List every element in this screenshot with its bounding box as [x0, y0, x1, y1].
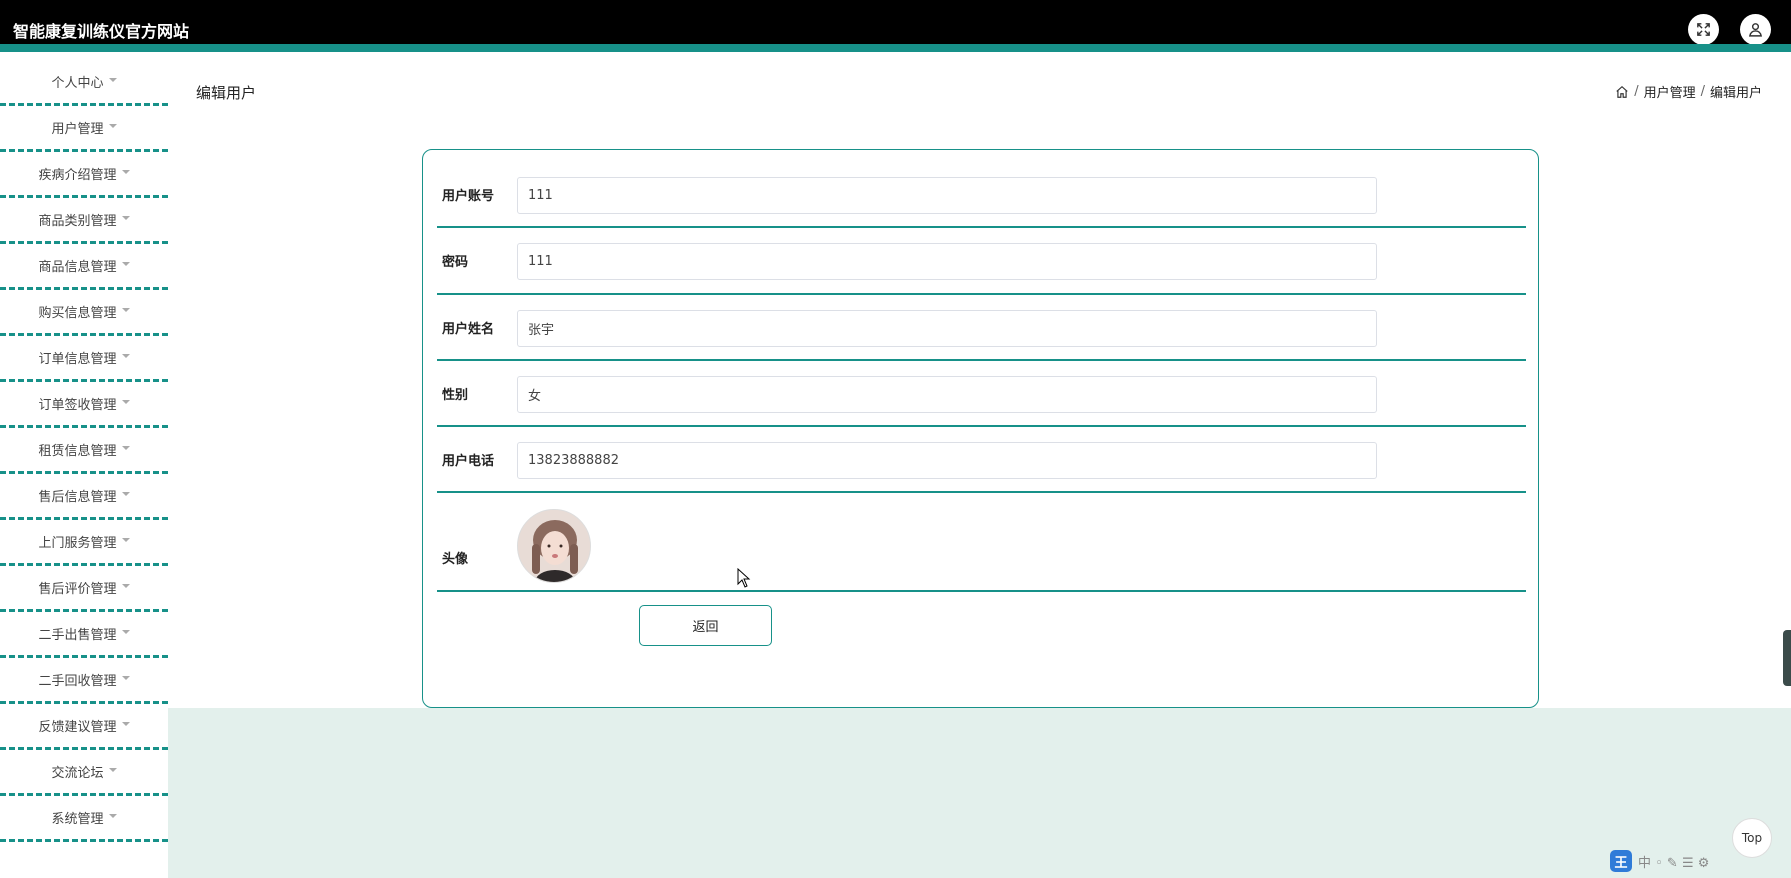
sidebar-item-label: 二手出售管理 — [38, 628, 117, 643]
sidebar-item-order-info[interactable]: 订单信息管理 — [0, 336, 168, 382]
gender-field[interactable]: 女 — [517, 376, 1377, 413]
back-button[interactable]: 返回 — [639, 605, 772, 646]
sidebar-menu: 个人中心 用户管理 疾病介绍管理 商品类别管理 商品信息管理 购买信息管理 订单… — [0, 60, 168, 878]
caret-down-icon — [121, 583, 130, 588]
mouse-cursor-icon — [737, 568, 751, 588]
sidebar-item-disease-intro[interactable]: 疾病介绍管理 — [0, 152, 168, 198]
header-accent-bar — [0, 44, 1791, 52]
user-icon — [1748, 23, 1763, 37]
caret-down-icon — [121, 215, 130, 220]
sidebar-item-label: 购买信息管理 — [38, 306, 117, 321]
form-row-avatar: 头像 — [437, 506, 1526, 592]
toolbar-watermark: 王 中 ◦ ✎ ☰ ⚙ — [1610, 849, 1709, 873]
page-title: 编辑用户 — [196, 84, 257, 102]
sidebar-item-label: 二手回收管理 — [38, 674, 117, 689]
avatar-image[interactable] — [517, 509, 591, 583]
fullscreen-button[interactable] — [1688, 14, 1719, 45]
home-icon[interactable] — [1615, 85, 1629, 99]
caret-down-icon — [121, 261, 130, 266]
form-row-gender: 性别 女 — [437, 374, 1526, 427]
sidebar-item-label: 上门服务管理 — [38, 536, 117, 551]
sidebar-item-second-hand-sale[interactable]: 二手出售管理 — [0, 612, 168, 658]
form-row-account: 用户账号 111 — [437, 175, 1526, 228]
caret-down-icon — [121, 537, 130, 542]
sidebar-item-second-hand-recycle[interactable]: 二手回收管理 — [0, 658, 168, 704]
sidebar-item-label: 交流论坛 — [51, 766, 104, 781]
gender-label: 性别 — [442, 388, 469, 403]
ime-badge: 王 — [1610, 850, 1632, 872]
caret-down-icon — [121, 491, 130, 496]
sidebar-item-label: 租赁信息管理 — [38, 444, 117, 459]
name-field[interactable]: 张宇 — [517, 310, 1377, 347]
caret-down-icon — [121, 675, 130, 680]
sidebar-item-label: 商品类别管理 — [38, 214, 117, 229]
account-field[interactable]: 111 — [517, 177, 1377, 214]
sidebar-item-label: 反馈建议管理 — [38, 720, 117, 735]
sidebar-item-label: 售后信息管理 — [38, 490, 117, 505]
sidebar-item-label: 订单信息管理 — [38, 352, 117, 367]
breadcrumb-user-management[interactable]: 用户管理 — [1644, 82, 1696, 101]
sidebar-item-label: 商品信息管理 — [38, 260, 117, 275]
sidebar-item-forum[interactable]: 交流论坛 — [0, 750, 168, 796]
sidebar-item-label: 系统管理 — [51, 812, 104, 827]
caret-down-icon — [108, 813, 117, 818]
caret-down-icon — [121, 721, 130, 726]
sidebar-item-label: 疾病介绍管理 — [38, 168, 117, 183]
password-label: 密码 — [442, 255, 469, 270]
sidebar-item-label: 个人中心 — [51, 76, 104, 91]
back-to-top-button[interactable]: Top — [1732, 818, 1772, 858]
sidebar-item-label: 订单签收管理 — [38, 398, 117, 413]
phone-label: 用户电话 — [442, 454, 495, 469]
sidebar-item-product-info[interactable]: 商品信息管理 — [0, 244, 168, 290]
sidebar-item-home-service[interactable]: 上门服务管理 — [0, 520, 168, 566]
sidebar-item-after-sales-review[interactable]: 售后评价管理 — [0, 566, 168, 612]
phone-field[interactable]: 13823888882 — [517, 442, 1377, 479]
caret-down-icon — [121, 353, 130, 358]
sidebar-item-feedback[interactable]: 反馈建议管理 — [0, 704, 168, 750]
form-row-phone: 用户电话 13823888882 — [437, 440, 1526, 493]
account-label: 用户账号 — [442, 189, 495, 204]
site-title: 智能康复训练仪官方网站 — [13, 22, 190, 41]
sidebar-item-order-receipt[interactable]: 订单签收管理 — [0, 382, 168, 428]
caret-down-icon — [108, 77, 117, 82]
caret-down-icon — [121, 307, 130, 312]
breadcrumb-separator: / — [1634, 84, 1639, 99]
password-field[interactable]: 111 — [517, 243, 1377, 280]
caret-down-icon — [108, 767, 117, 772]
breadcrumb-separator: / — [1700, 84, 1705, 99]
side-drawer-handle[interactable] — [1783, 630, 1791, 686]
main-background — [168, 708, 1791, 878]
breadcrumb-edit-user: 编辑用户 — [1709, 86, 1762, 101]
form-row-name: 用户姓名 张宇 — [437, 308, 1526, 361]
sidebar-item-label: 售后评价管理 — [38, 582, 117, 597]
top-bar: 智能康复训练仪官方网站 — [0, 0, 1791, 52]
fullscreen-icon — [1697, 23, 1710, 36]
sidebar-item-personal-center[interactable]: 个人中心 — [0, 60, 168, 106]
name-label: 用户姓名 — [442, 322, 495, 337]
avatar-portrait — [518, 510, 590, 582]
sidebar-item-system[interactable]: 系统管理 — [0, 796, 168, 842]
user-button[interactable] — [1740, 14, 1771, 45]
breadcrumb: / 用户管理 / 编辑用户 — [1615, 82, 1762, 101]
caret-down-icon — [121, 399, 130, 404]
caret-down-icon — [108, 123, 117, 128]
caret-down-icon — [121, 169, 130, 174]
form-row-password: 密码 111 — [437, 241, 1526, 295]
sidebar-item-purchase-info[interactable]: 购买信息管理 — [0, 290, 168, 336]
sidebar-item-product-category[interactable]: 商品类别管理 — [0, 198, 168, 244]
avatar-label: 头像 — [442, 552, 469, 567]
caret-down-icon — [121, 445, 130, 450]
sidebar-item-after-sales-info[interactable]: 售后信息管理 — [0, 474, 168, 520]
ime-toolbar-text: 中 ◦ ✎ ☰ ⚙ — [1638, 855, 1710, 871]
sidebar-item-user-management[interactable]: 用户管理 — [0, 106, 168, 152]
sidebar-item-label: 用户管理 — [51, 122, 104, 137]
caret-down-icon — [121, 629, 130, 634]
edit-user-form: 用户账号 111 密码 111 用户姓名 张宇 性别 女 用户电话 138238… — [422, 149, 1539, 708]
sidebar-item-rental-info[interactable]: 租赁信息管理 — [0, 428, 168, 474]
